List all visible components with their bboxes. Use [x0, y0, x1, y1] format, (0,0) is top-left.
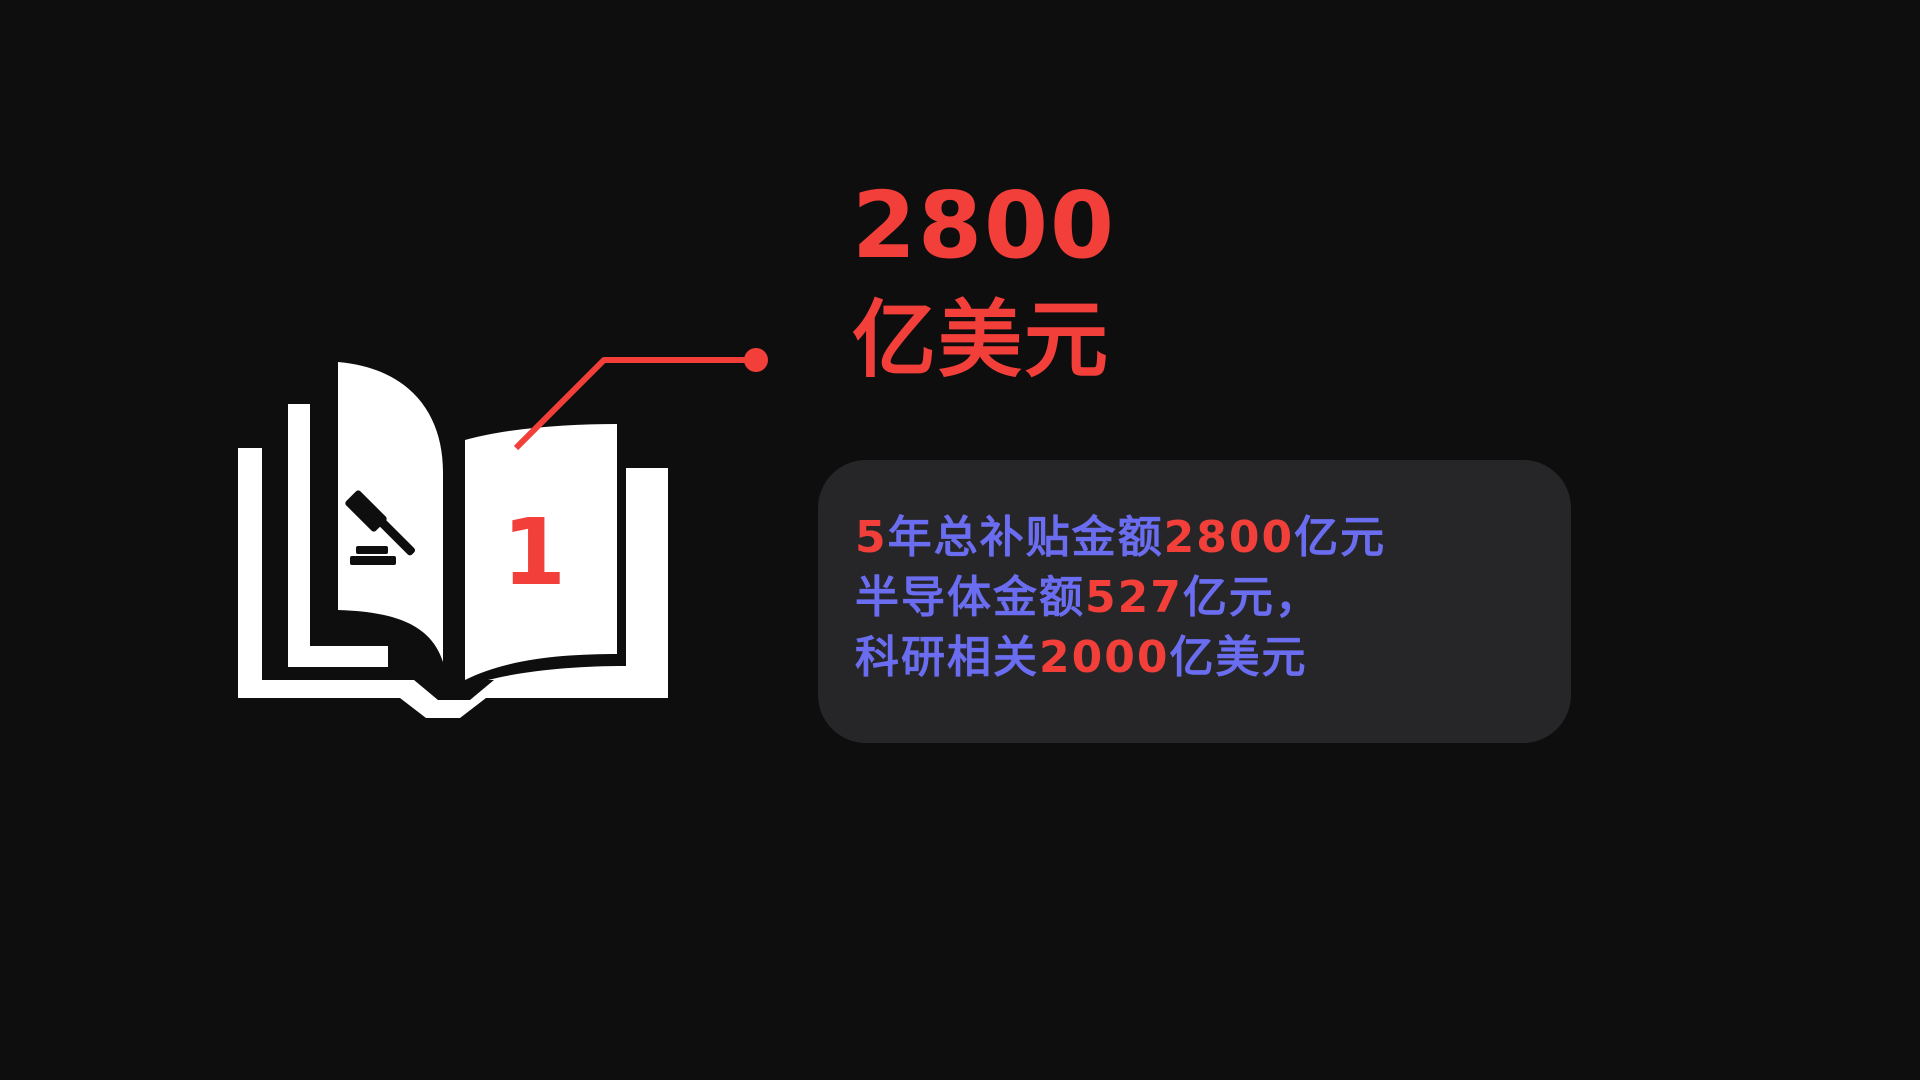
info-line-2-label: 半导体金额 [855, 572, 1085, 623]
slide: 1 2800 亿美元 5年总补贴金额2800亿元 半导体金额527亿元， 科研相… [0, 0, 1920, 1080]
info-line-1-value-years: 5 [855, 512, 888, 563]
headline-unit: 亿美元 [852, 291, 1111, 389]
info-line: 半导体金额527亿元， [855, 568, 1386, 628]
info-line-3-value: 2000 [1039, 632, 1170, 683]
callout-connector [513, 348, 768, 451]
info-line-1-value: 2800 [1163, 512, 1295, 563]
headline-amount: 2800 [852, 172, 1117, 279]
info-line-1-unit: 亿元 [1294, 512, 1387, 563]
headline: 2800 亿美元 [852, 172, 1117, 389]
info-line: 科研相关2000亿美元 [855, 628, 1386, 688]
info-line-3-label: 科研相关 [855, 632, 1039, 683]
info-line-2-unit: 亿元， [1182, 572, 1321, 623]
info-line-2-value: 527 [1085, 572, 1183, 623]
info-line: 5年总补贴金额2800亿元 [855, 508, 1386, 568]
info-line-1-label: 年总补贴金额 [887, 512, 1164, 563]
info-lines: 5年总补贴金额2800亿元 半导体金额527亿元， 科研相关2000亿美元 [855, 508, 1386, 688]
book-page-number: 1 [502, 499, 566, 606]
info-line-3-unit: 亿美元 [1169, 632, 1308, 683]
